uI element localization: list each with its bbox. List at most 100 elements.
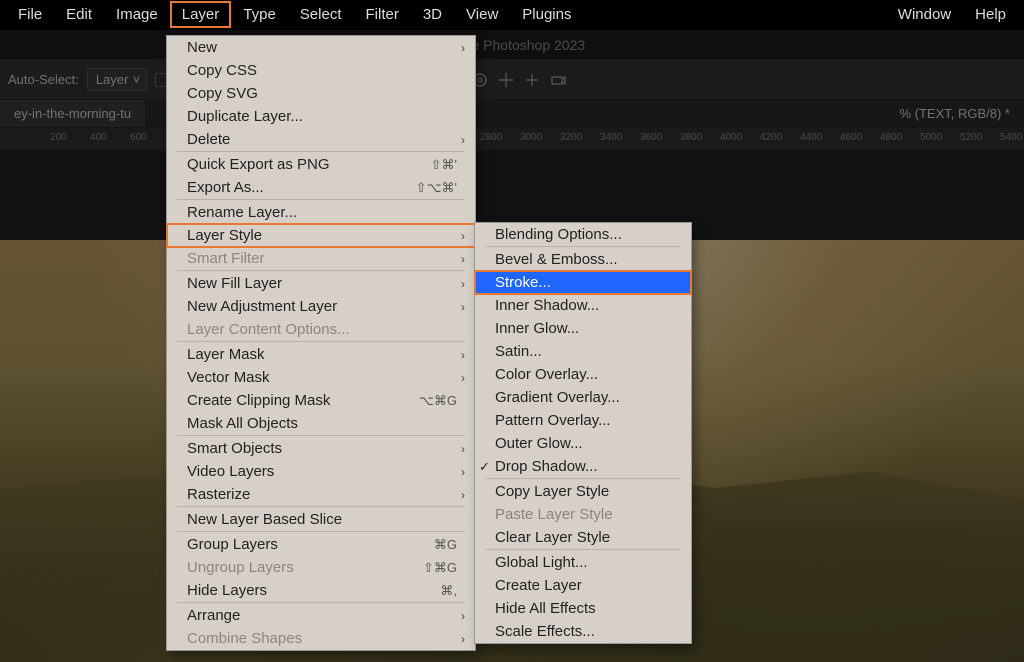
menu-plugins[interactable]: Plugins [510,1,583,28]
chevron-right-icon: › [461,442,465,456]
layer-item-new-layer-based-slice[interactable]: New Layer Based Slice [167,508,475,531]
menu-item-label: Color Overlay... [495,366,673,383]
menu-item-label: Smart Objects [187,440,457,457]
style-item-copy-layer-style[interactable]: Copy Layer Style [475,480,691,503]
layer-item-new-adjustment-layer[interactable]: New Adjustment Layer › [167,295,475,318]
layer-item-ungroup-layers: Ungroup Layers⇧⌘G [167,556,475,579]
chevron-right-icon: › [461,371,465,385]
menu-filter[interactable]: Filter [354,1,411,28]
layer-item-delete[interactable]: Delete› [167,128,475,151]
layer-item-group-layers[interactable]: Group Layers⌘G [167,533,475,556]
3d-slide-icon[interactable] [523,71,541,89]
layer-item-export-as[interactable]: Export As...⇧⌥⌘' [167,176,475,199]
style-item-satin[interactable]: Satin... [475,340,691,363]
ruler-tick: 400 [90,132,107,143]
style-item-inner-shadow[interactable]: Inner Shadow... [475,294,691,317]
style-item-blending-options[interactable]: Blending Options... [475,223,691,246]
layer-item-rename-layer[interactable]: Rename Layer... [167,201,475,224]
menu-item-label: Quick Export as PNG [187,156,431,173]
menu-3d[interactable]: 3D [411,1,454,28]
style-item-bevel-emboss[interactable]: Bevel & Emboss... [475,248,691,271]
style-item-inner-glow[interactable]: Inner Glow... [475,317,691,340]
ruler-tick: 3000 [520,132,542,143]
ruler-tick: 4000 [720,132,742,143]
menu-item-label: Copy Layer Style [495,483,673,500]
layer-item-rasterize[interactable]: Rasterize› [167,483,475,506]
chevron-right-icon: › [461,348,465,362]
layer-item-vector-mask[interactable]: Vector Mask› [167,366,475,389]
ruler-tick: 3600 [640,132,662,143]
menu-image[interactable]: Image [104,1,170,28]
layer-item-arrange[interactable]: Arrange› [167,604,475,627]
menu-item-label: Hide All Effects [495,600,673,617]
menu-edit[interactable]: Edit [54,1,104,28]
layer-menu: New› Copy CSS Copy SVG Duplicate Layer...De… [166,35,476,651]
layer-item-layer-mask[interactable]: Layer Mask› [167,343,475,366]
chevron-right-icon: › [461,300,465,314]
ruler-tick: 3400 [600,132,622,143]
menu-file[interactable]: File [6,1,54,28]
layer-item-copy-css[interactable]: Copy CSS [167,59,475,82]
layer-item-smart-objects[interactable]: Smart Objects › [167,437,475,460]
menu-item-label: Copy SVG [187,85,457,102]
layer-item-create-clipping-mask[interactable]: Create Clipping Mask⌥⌘G [167,389,475,412]
ruler-tick: 4400 [800,132,822,143]
layer-item-hide-layers[interactable]: Hide Layers⌘, [167,579,475,602]
menu-item-label: Group Layers [187,536,434,553]
menu-item-label: Rename Layer... [187,204,457,221]
layer-item-quick-export-as-png[interactable]: Quick Export as PNG⇧⌘' [167,153,475,176]
window-titlebar: Adobe Photoshop 2023 [0,30,1024,60]
menu-item-label: Arrange [187,607,457,624]
document-tab-suffix: % (TEXT, RGB/8) * [885,100,1024,127]
style-item-clear-layer-style[interactable]: Clear Layer Style [475,526,691,549]
document-tabbar: ey-in-the-morning-tu % (TEXT, RGB/8) * [0,100,1024,128]
style-item-global-light[interactable]: Global Light... [475,551,691,574]
style-item-drop-shadow[interactable]: ✓Drop Shadow... [475,455,691,478]
layer-item-new-fill-layer[interactable]: New Fill Layer› [167,272,475,295]
style-item-color-overlay[interactable]: Color Overlay... [475,363,691,386]
target-layer-select[interactable]: Layer ˅ [87,68,148,91]
menu-window[interactable]: Window [886,1,963,28]
ruler-tick: 3200 [560,132,582,143]
style-item-hide-all-effects[interactable]: Hide All Effects [475,597,691,620]
menu-view[interactable]: View [454,1,510,28]
style-item-scale-effects[interactable]: Scale Effects... [475,620,691,643]
layer-item-video-layers[interactable]: Video Layers› [167,460,475,483]
layer-item-smart-filter: Smart Filter› [167,247,475,270]
style-item-gradient-overlay[interactable]: Gradient Overlay... [475,386,691,409]
layer-item-new[interactable]: New› [167,36,475,59]
menu-item-label: Rasterize [187,486,457,503]
menu-item-label: Bevel & Emboss... [495,251,673,268]
layer-item-mask-all-objects[interactable]: Mask All Objects [167,412,475,435]
shortcut-label: ⇧⌘' [431,157,457,173]
ruler-tick: 3800 [680,132,702,143]
layer-item-duplicate-layer[interactable]: Duplicate Layer... [167,105,475,128]
chevron-right-icon: › [461,465,465,479]
style-item-create-layer[interactable]: Create Layer [475,574,691,597]
style-item-outer-glow[interactable]: Outer Glow... [475,432,691,455]
menu-type[interactable]: Type [231,1,288,28]
horizontal-ruler: 2004006008002800300032003400360038004000… [0,128,1024,150]
menu-item-label: Inner Glow... [495,320,673,337]
style-item-stroke[interactable]: Stroke... [475,271,691,294]
layer-item-copy-svg[interactable]: Copy SVG [167,82,475,105]
menu-layer[interactable]: Layer [170,1,232,28]
document-tab[interactable]: ey-in-the-morning-tu [0,100,146,127]
style-item-paste-layer-style: Paste Layer Style [475,503,691,526]
layer-item-layer-style[interactable]: Layer Style› [167,224,475,247]
ruler-tick: 200 [50,132,67,143]
menu-help[interactable]: Help [963,1,1018,28]
check-icon: ✓ [479,459,490,475]
3d-pan-icon[interactable] [497,71,515,89]
menu-item-label: Copy CSS [187,62,457,79]
ruler-tick: 5000 [920,132,942,143]
menu-item-label: New Adjustment Layer [187,298,457,315]
menu-select[interactable]: Select [288,1,354,28]
menu-item-label: New Fill Layer [187,275,457,292]
auto-select-label: Auto-Select: [8,72,79,87]
3d-camera-icon[interactable] [549,71,567,89]
ruler-tick: 5400 [1000,132,1022,143]
menu-item-label: Satin... [495,343,673,360]
style-item-pattern-overlay[interactable]: Pattern Overlay... [475,409,691,432]
menu-item-label: Layer Content Options... [187,321,457,338]
